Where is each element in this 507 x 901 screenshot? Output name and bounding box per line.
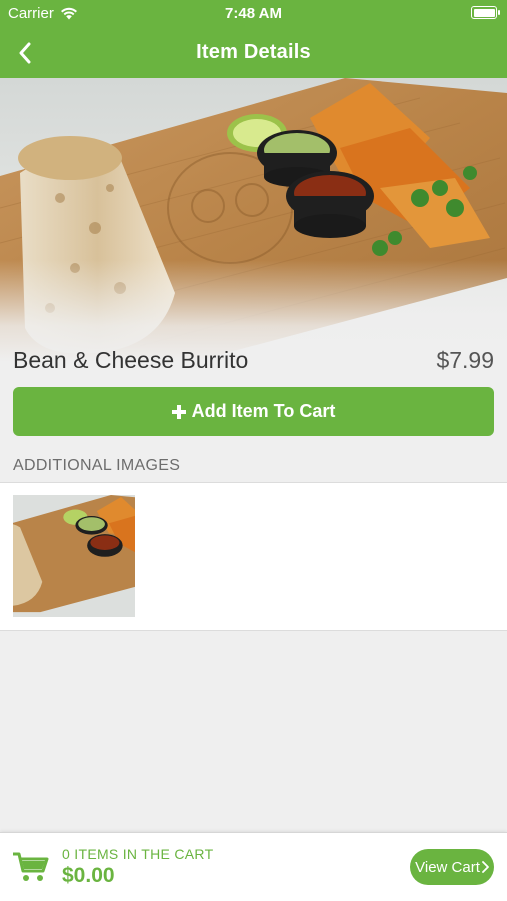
cart-items-count: 0 ITEMS IN THE CART (62, 846, 214, 862)
view-cart-button[interactable]: View Cart (410, 849, 494, 885)
view-cart-label: View Cart (415, 858, 480, 876)
additional-images-strip (0, 482, 507, 631)
cart-footer: 0 ITEMS IN THE CART $0.00 View Cart (0, 832, 507, 901)
page-title: Item Details (196, 41, 311, 63)
add-to-cart-label: Add Item To Cart (191, 401, 336, 421)
add-to-cart-button[interactable]: Add Item To Cart (13, 387, 494, 436)
additional-images-heading: ADDITIONAL IMAGES (13, 457, 181, 474)
cart-total: $0.00 (62, 864, 115, 887)
nav-header: Carrier 7:48 AM Item Details (0, 0, 507, 78)
battery-icon (471, 6, 500, 19)
item-hero-image (0, 78, 507, 380)
additional-image-thumbnail[interactable] (13, 495, 135, 617)
status-time: 7:48 AM (225, 5, 282, 22)
plus-icon (171, 404, 186, 419)
chevron-right-icon (481, 861, 489, 873)
item-name: Bean & Cheese Burrito (13, 347, 249, 373)
cart-icon (13, 852, 49, 881)
item-price: $7.99 (436, 347, 494, 373)
